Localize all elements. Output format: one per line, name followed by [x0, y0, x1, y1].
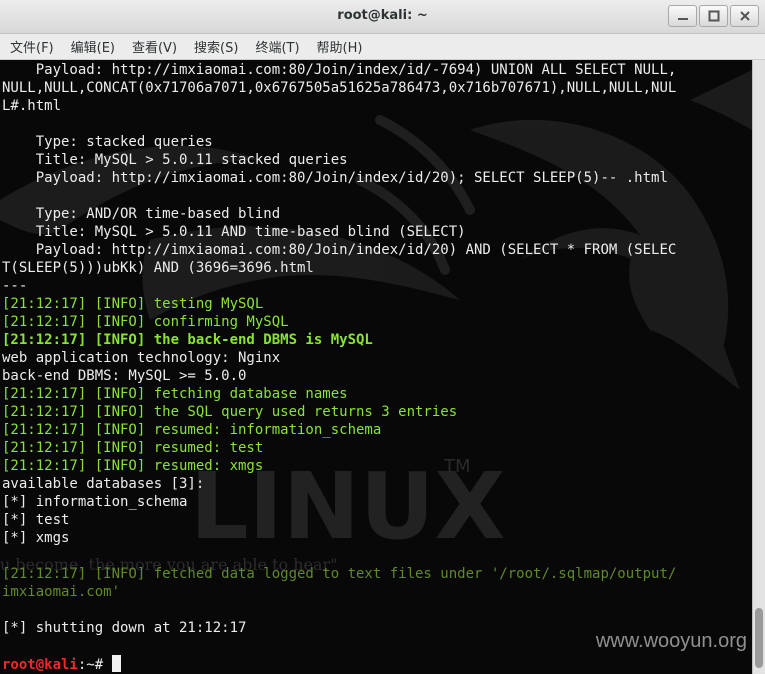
terminal-line: [21:12:17] [INFO] resumed: test [2, 440, 264, 456]
terminal-line: Title: MySQL > 5.0.11 AND time-based bli… [2, 224, 466, 240]
text-cursor [111, 655, 121, 672]
terminal-line: [21:12:17] [INFO] fetched data logged to… [2, 566, 677, 582]
close-button[interactable] [730, 5, 759, 27]
terminal-line: Payload: http://imxiaomai.com:80/Join/in… [2, 170, 668, 186]
prompt-user-host: root@kali [2, 657, 78, 673]
menu-file[interactable]: 文件(F) [10, 37, 54, 56]
prompt-path: :~# [77, 657, 112, 673]
maximize-icon [708, 10, 719, 22]
terminal-line: L#.html [2, 98, 62, 114]
watermark: www.wooyun.org [595, 630, 747, 652]
terminal-line: [21:12:17] [INFO] resumed: information_s… [2, 422, 382, 438]
menu-terminal[interactable]: 终端(T) [255, 37, 299, 56]
shell-prompt[interactable]: root@kali:~# [2, 655, 752, 673]
terminal-line: [21:12:17] [INFO] the SQL query used ret… [2, 404, 458, 420]
title-bar: root@kali: ~ [0, 0, 765, 34]
terminal-line: Title: MySQL > 5.0.11 stacked queries [2, 152, 348, 168]
terminal-line: back-end DBMS: MySQL >= 5.0.0 [2, 368, 247, 384]
terminal-line: --- [2, 278, 28, 294]
window-controls [668, 5, 759, 27]
terminal-line: NULL,NULL,CONCAT(0x71706a7071,0x6767505a… [2, 80, 677, 96]
terminal-view[interactable]: LINUX TM u become, the more you are able… [0, 60, 752, 674]
terminal-line: [21:12:17] [INFO] the back-end DBMS is M… [2, 332, 373, 348]
terminal-scrollbar[interactable] [752, 60, 765, 674]
menu-view[interactable]: 查看(V) [132, 37, 177, 56]
close-icon [739, 11, 750, 21]
terminal-line: Type: AND/OR time-based blind [2, 206, 281, 222]
terminal-line: [*] information_schema [2, 494, 188, 510]
scrollbar-thumb[interactable] [755, 608, 763, 668]
menu-search[interactable]: 搜索(S) [194, 37, 238, 56]
terminal-line: [21:12:17] [INFO] resumed: xmgs [2, 458, 264, 474]
window-title: root@kali: ~ [337, 8, 428, 23]
terminal-line: [21:12:17] [INFO] confirming MySQL [2, 314, 289, 330]
terminal-line: [21:12:17] [INFO] fetching database name… [2, 386, 348, 402]
terminal-line: Payload: http://imxiaomai.com:80/Join/in… [2, 242, 677, 258]
terminal-line: [21:12:17] [INFO] testing MySQL [2, 296, 264, 312]
terminal-line: imxiaomai.com' [2, 584, 121, 600]
terminal-line: web application technology: Nginx [2, 350, 281, 366]
menu-bar: 文件(F) 编辑(E) 查看(V) 搜索(S) 终端(T) 帮助(H) [0, 34, 765, 60]
menu-help[interactable]: 帮助(H) [317, 37, 363, 56]
terminal-line: Payload: http://imxiaomai.com:80/Join/in… [2, 62, 677, 78]
minimize-button[interactable] [668, 5, 697, 27]
terminal-line: Type: stacked queries [2, 134, 213, 150]
menu-edit[interactable]: 编辑(E) [71, 37, 115, 56]
terminal-line: [*] xmgs [2, 530, 70, 546]
terminal-line: [*] test [2, 512, 70, 528]
terminal-line: available databases [3]: [2, 476, 205, 492]
terminal-output: Payload: http://imxiaomai.com:80/Join/in… [2, 61, 752, 673]
minimize-icon [677, 18, 688, 20]
maximize-button[interactable] [699, 5, 728, 27]
terminal-line: T(SLEEP(5)))ubKk) AND (3696=3696.html [2, 260, 314, 276]
